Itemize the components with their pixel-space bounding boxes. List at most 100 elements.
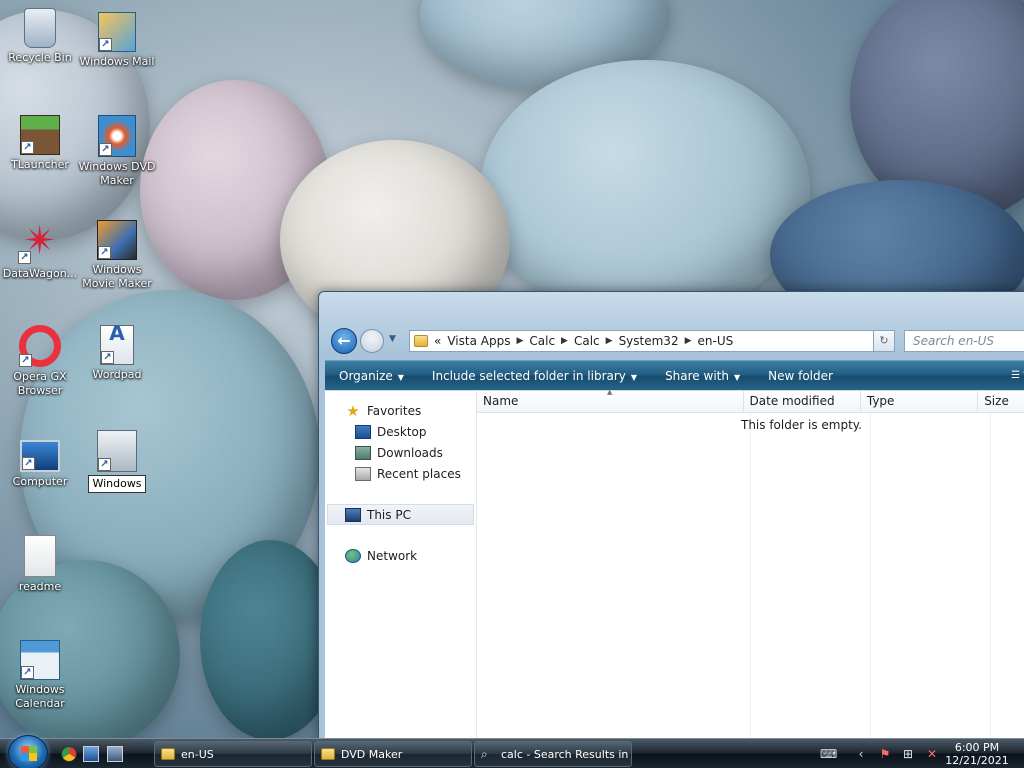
volume-muted-icon[interactable]: ✕: [924, 747, 940, 761]
desktop-icon-label: DataWagon...: [2, 267, 78, 280]
window-titlebar[interactable]: [319, 292, 1024, 322]
view-options-icon: ☰ ▼: [1011, 370, 1024, 381]
nav-item-favorites[interactable]: ★ Favorites: [325, 400, 476, 421]
include-label: Include selected folder in library: [431, 368, 626, 383]
forward-button[interactable]: [360, 329, 384, 353]
taskbar-button-search-results[interactable]: ⌕ calc - Search Results in ...: [474, 741, 632, 767]
desktop-icon-label: Windows DVD Maker: [78, 160, 156, 187]
desktop-icon-opera-gx[interactable]: ↗ Opera GX Browser: [0, 325, 80, 398]
clock-date: 12/21/2021: [945, 754, 1009, 767]
chevron-down-icon: ▼: [630, 372, 638, 382]
back-button[interactable]: ←: [331, 328, 357, 354]
breadcrumb-item[interactable]: Calc: [529, 334, 555, 348]
desktop-icon-label: Recycle Bin: [8, 51, 72, 64]
wordpad-icon: A ↗: [100, 323, 134, 365]
address-bar[interactable]: « Vista Apps ▶ Calc ▶ Calc ▶ System32 ▶ …: [409, 330, 889, 352]
desktop-icon-dvd-maker[interactable]: ↗ Windows DVD Maker: [77, 115, 157, 188]
taskbar-button-label: DVD Maker: [341, 747, 403, 761]
desktop-icon-label: Computer: [12, 475, 68, 488]
desktop-icon-wordpad[interactable]: A ↗ Wordpad: [77, 323, 157, 382]
taskbar-button-label: calc - Search Results in ...: [501, 747, 632, 761]
start-button[interactable]: [8, 735, 48, 768]
organize-label: Organize: [339, 368, 393, 383]
column-guides: [477, 413, 1024, 750]
desktop-icon-datawagon[interactable]: ✴ ↗ DataWagon...: [0, 220, 80, 281]
breadcrumb-item[interactable]: en-US: [698, 334, 734, 348]
calendar-icon: ↗: [20, 640, 60, 680]
windows-logo-icon: [21, 746, 37, 761]
star-icon: ★: [346, 401, 360, 420]
navigation-pane: ★ Favorites Desktop Downloads Recent pla…: [325, 391, 477, 750]
keyboard-icon[interactable]: ⌨: [820, 747, 837, 761]
desktop-icon-readme[interactable]: readme: [0, 535, 80, 594]
windows-mail-icon: ↗: [98, 12, 136, 52]
taskbar-clock[interactable]: 6:00 PM 12/21/2021: [942, 741, 1012, 767]
nav-item-this-pc[interactable]: This PC: [327, 504, 474, 525]
computer-icon: [345, 507, 361, 522]
folder-icon: [321, 748, 335, 760]
breadcrumb-chevron-icon[interactable]: ▶: [561, 336, 568, 346]
desktop-icon-computer[interactable]: ↗ Computer: [0, 430, 80, 489]
network-status-icon[interactable]: ⊞: [900, 747, 916, 761]
desktop-icon-calculator[interactable]: ↗ Windows: [77, 430, 157, 493]
taskbar: en-US DVD Maker ⌕ calc - Search Results …: [0, 735, 1024, 768]
nav-label: Downloads: [377, 445, 443, 460]
recycle-bin-icon: [24, 8, 56, 48]
datawagon-icon: ✴ ↗: [18, 220, 62, 264]
share-with-button[interactable]: Share with ▼: [651, 369, 754, 383]
chevron-down-icon: ▼: [397, 372, 404, 382]
explorer-window[interactable]: ← ▼ « Vista Apps ▶ Calc ▶ Calc ▶ System3…: [318, 291, 1024, 751]
desktop-icon-label: Windows Mail: [79, 55, 155, 68]
new-folder-button[interactable]: New folder: [754, 369, 847, 383]
breadcrumb-item[interactable]: Calc: [574, 334, 600, 348]
nav-item-recent-places[interactable]: Recent places: [325, 463, 476, 484]
desktop-icon-movie-maker[interactable]: ↗ Windows Movie Maker: [77, 220, 157, 291]
column-label: Date modified: [749, 394, 835, 408]
column-label: Type: [866, 394, 895, 408]
organize-button[interactable]: Organize ▼: [325, 369, 418, 383]
desktop-icon-calendar[interactable]: ↗ Windows Calendar: [0, 640, 80, 711]
folder-icon: [414, 335, 428, 347]
computer-icon: ↗: [20, 440, 60, 472]
nav-item-desktop[interactable]: Desktop: [325, 421, 476, 442]
breadcrumb-chevron-icon[interactable]: ▶: [606, 336, 613, 346]
desktop-icon: [355, 424, 371, 439]
column-header-type[interactable]: Type: [861, 391, 979, 412]
column-header-size[interactable]: Size: [978, 391, 1024, 412]
show-desktop-icon[interactable]: [83, 746, 99, 762]
refresh-button[interactable]: ↻: [873, 330, 895, 352]
calculator-icon: ↗: [97, 430, 137, 472]
breadcrumb-overflow[interactable]: «: [434, 334, 441, 348]
search-icon: ⌕: [481, 747, 488, 761]
search-input[interactable]: Search en-US: [904, 330, 1024, 352]
taskbar-button-dvd-maker[interactable]: DVD Maker: [314, 741, 472, 767]
nav-item-downloads[interactable]: Downloads: [325, 442, 476, 463]
switch-windows-icon[interactable]: [107, 746, 123, 762]
recent-pages-dropdown[interactable]: ▼: [389, 334, 396, 344]
desktop-icon-label: TLauncher: [11, 158, 69, 171]
breadcrumb-item[interactable]: System32: [619, 334, 679, 348]
chevron-left-icon[interactable]: ‹: [853, 747, 869, 761]
breadcrumb-chevron-icon[interactable]: ▶: [516, 336, 523, 346]
desktop-icon-label: Windows Movie Maker: [82, 263, 152, 290]
column-header-name[interactable]: ▲ Name: [477, 388, 744, 412]
change-view-button[interactable]: ☰ ▼: [1011, 370, 1024, 381]
clock-time: 6:00 PM: [954, 741, 1000, 754]
column-header-date-modified[interactable]: Date modified: [744, 391, 861, 412]
chrome-quicklaunch-icon[interactable]: [61, 746, 77, 762]
file-list-pane[interactable]: ▲ Name Date modified Type Size This fold…: [477, 388, 1024, 750]
rename-textbox[interactable]: Windows: [88, 475, 146, 493]
action-center-icon[interactable]: ⚑: [877, 747, 893, 761]
include-in-library-button[interactable]: Include selected folder in library ▼: [418, 369, 651, 383]
column-label: Size: [984, 394, 1009, 408]
nav-item-network[interactable]: Network: [325, 545, 476, 566]
desktop-icon-label: Wordpad: [92, 368, 142, 381]
desktop-icon-windows-mail[interactable]: ↗ Windows Mail: [77, 12, 157, 69]
desktop-icon-label: Windows Calendar: [15, 683, 65, 710]
breadcrumb-chevron-icon[interactable]: ▶: [685, 336, 692, 346]
nav-label: Desktop: [377, 424, 427, 439]
taskbar-button-en-us[interactable]: en-US: [154, 741, 312, 767]
breadcrumb-item[interactable]: Vista Apps: [447, 334, 510, 348]
desktop-icon-tlauncher[interactable]: ↗ TLauncher: [0, 115, 80, 172]
desktop-icon-recycle-bin[interactable]: Recycle Bin: [0, 8, 80, 65]
